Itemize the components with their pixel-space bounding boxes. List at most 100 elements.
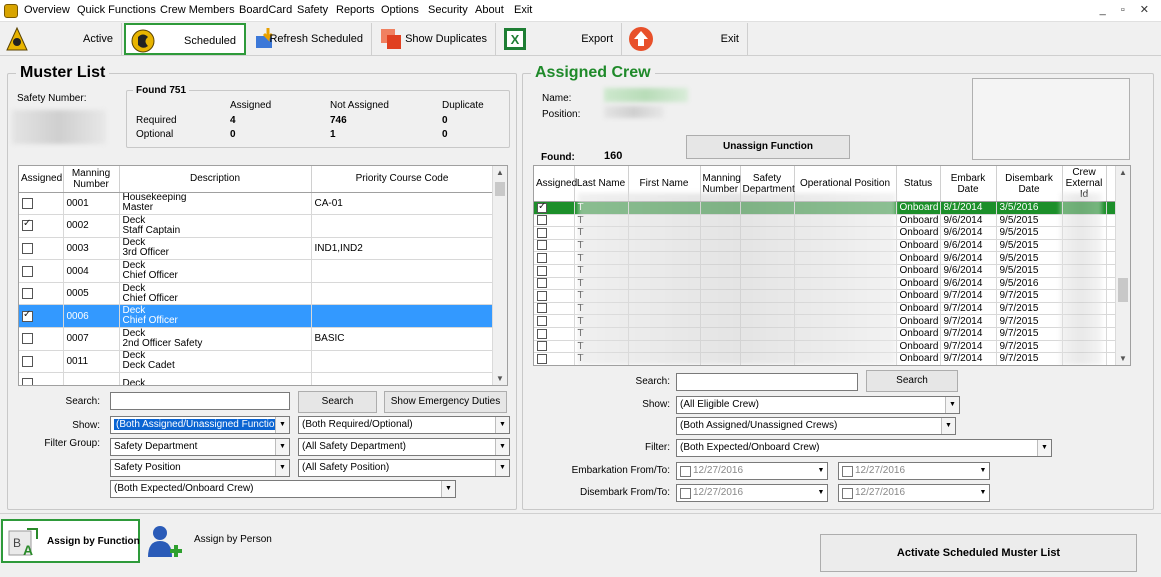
crew-assigned-checkbox[interactable] (537, 265, 547, 276)
disembark-from-date[interactable]: 12/27/2016 ▼ (676, 484, 828, 502)
manning-number-cell: 0003 (63, 237, 120, 261)
assigned-checkbox[interactable] (22, 288, 33, 300)
expected-onboard-select[interactable]: (Both Expected/Onboard Crew) ▼ (110, 480, 456, 498)
table-row[interactable]: 0007 Deck 2nd Officer Safety BASIC (19, 327, 494, 351)
table-row[interactable]: 0002DeckStaff Captain (19, 214, 494, 238)
scroll-thumb[interactable] (495, 182, 505, 196)
table-row[interactable]: T Onboard9/12/20149/11/2015 (534, 365, 1116, 366)
crew-search-input[interactable] (676, 373, 858, 391)
priority-course-code-cell (311, 214, 494, 238)
assigned-checkbox[interactable] (22, 197, 33, 209)
unassign-function-button[interactable]: Unassign Function (686, 135, 850, 159)
eligible-crew-select[interactable]: (All Eligible Crew) ▼ (676, 396, 960, 414)
col-priority-course-code[interactable]: Priority Course Code (311, 166, 494, 193)
show-duplicates-button[interactable]: Show Duplicates (374, 23, 496, 55)
show-emergency-duties-button[interactable]: Show Emergency Duties (384, 391, 507, 413)
menu-reports[interactable]: Reports (336, 4, 375, 16)
disembark-date-cell: 3/5/2016 (996, 201, 1063, 215)
assigned-checkbox[interactable] (22, 378, 33, 385)
export-button[interactable]: X Export (498, 23, 622, 55)
window-controls[interactable]: _ ▫ ✕ (1100, 3, 1155, 16)
show-functions-select[interactable]: (Both Assigned/Unassigned Functions) ▼ (110, 416, 290, 434)
activate-scheduled-muster-button[interactable]: Activate Scheduled Muster List (820, 534, 1137, 572)
table-row[interactable]: 0005 Deck Chief Officer (19, 282, 494, 306)
crew-assigned-checkbox[interactable] (537, 353, 547, 364)
crew-assigned-checkbox[interactable] (537, 227, 547, 238)
crew-grid-scrollbar[interactable]: ▲ ▼ (1115, 166, 1130, 365)
assigned-checkbox[interactable] (22, 333, 33, 345)
filter-group-select[interactable]: Safety Department ▼ (110, 438, 290, 456)
status-cell: Onboard (896, 214, 941, 228)
assigned-checkbox[interactable] (22, 218, 33, 232)
menu-security[interactable]: Security (428, 4, 468, 16)
crew-filter-select[interactable]: (Both Expected/Onboard Crew) ▼ (676, 439, 1052, 457)
disembark-label: Disembark From/To: (579, 487, 670, 498)
crew-assigned-checkbox[interactable] (537, 303, 547, 314)
required-optional-select[interactable]: (Both Required/Optional) ▼ (298, 416, 510, 434)
assign-by-function-button[interactable]: BA Assign by Function (1, 519, 140, 563)
crew-search-button[interactable]: Search (866, 370, 958, 392)
summary-header-not-assigned: Not Assigned (330, 100, 389, 111)
assign-by-person-button[interactable]: Assign by Person (142, 519, 274, 563)
col-crew-assigned[interactable]: Assigned (534, 166, 577, 202)
scroll-thumb[interactable] (1118, 278, 1128, 302)
muster-grid-scrollbar[interactable]: ▲ ▼ (492, 166, 507, 385)
operational-position-cell (794, 365, 896, 366)
col-manning-number[interactable]: Manning Number (63, 166, 120, 193)
table-row[interactable]: 0004 Deck Chief Officer (19, 259, 494, 283)
refresh-scheduled-button[interactable]: Refresh Scheduled (248, 23, 372, 55)
assigned-crews-select[interactable]: (Both Assigned/Unassigned Crews) ▼ (676, 417, 956, 435)
assigned-checkbox[interactable] (22, 265, 33, 277)
assigned-checkbox[interactable] (22, 309, 33, 322)
menu-boardcard[interactable]: BoardCard (239, 4, 292, 16)
col-disembark-date[interactable]: Disembark Date (996, 166, 1063, 202)
menu-safety[interactable]: Safety (297, 4, 328, 16)
embark-from-date[interactable]: 12/27/2016 ▼ (676, 462, 828, 480)
menu-options[interactable]: Options (381, 4, 419, 16)
crew-assigned-checkbox[interactable] (537, 328, 547, 339)
col-description[interactable]: Description (119, 166, 312, 193)
safety-position-type-select[interactable]: Safety Position ▼ (110, 459, 290, 477)
scroll-down-icon[interactable]: ▼ (1116, 354, 1130, 363)
table-row[interactable]: 0006DeckChief Officer (19, 304, 494, 329)
assigned-checkbox[interactable] (22, 242, 33, 254)
col-embark-date[interactable]: Embark Date (940, 166, 997, 202)
col-assigned[interactable]: Assigned (19, 166, 64, 193)
crew-assigned-checkbox[interactable] (537, 240, 547, 251)
safety-department-select[interactable]: (All Safety Department) ▼ (298, 438, 510, 456)
menu-exit[interactable]: Exit (514, 4, 532, 16)
col-status[interactable]: Status (896, 166, 941, 202)
safety-position-select[interactable]: (All Safety Position) ▼ (298, 459, 510, 477)
crew-assigned-checkbox[interactable] (537, 202, 547, 213)
crew-assigned-checkbox[interactable] (537, 253, 547, 264)
priority-course-code-cell (311, 372, 494, 385)
menu-about[interactable]: About (475, 4, 504, 16)
disembark-to-date[interactable]: 12/27/2016 ▼ (838, 484, 990, 502)
embark-date-cell: 9/7/2014 (940, 340, 997, 354)
menu-crew-members[interactable]: Crew Members (160, 4, 235, 16)
menu-quick-functions[interactable]: Quick Functions (77, 4, 156, 16)
manning-number-cell: 0011 (63, 350, 120, 374)
chevron-down-icon: ▼ (817, 467, 825, 474)
crew-assigned-checkbox[interactable] (537, 215, 547, 226)
table-row[interactable]: Deck (19, 372, 494, 385)
scroll-up-icon[interactable]: ▲ (493, 168, 507, 177)
crew-assigned-checkbox[interactable] (537, 278, 547, 289)
table-row[interactable]: 0011 Deck Deck Cadet (19, 350, 494, 374)
scroll-down-icon[interactable]: ▼ (493, 374, 507, 383)
priority-course-code-cell: CA-01 (311, 192, 494, 216)
table-row[interactable]: 0001 Housekeeping Master CA-01 (19, 192, 494, 216)
menu-overview[interactable]: Overview (24, 4, 70, 16)
crew-assigned-checkbox[interactable] (537, 316, 547, 326)
muster-search-button[interactable]: Search (298, 391, 377, 413)
scheduled-button[interactable]: Scheduled (124, 23, 246, 55)
crew-assigned-checkbox[interactable] (537, 290, 547, 301)
scroll-up-icon[interactable]: ▲ (1116, 168, 1130, 177)
assigned-checkbox[interactable] (22, 355, 33, 367)
exit-button[interactable]: Exit (624, 23, 748, 55)
table-row[interactable]: 0003 Deck 3rd Officer IND1,IND2 (19, 237, 494, 261)
embark-to-date[interactable]: 12/27/2016 ▼ (838, 462, 990, 480)
muster-search-input[interactable] (110, 392, 290, 410)
crew-assigned-checkbox[interactable] (537, 341, 547, 352)
active-button[interactable]: Active (0, 23, 122, 55)
